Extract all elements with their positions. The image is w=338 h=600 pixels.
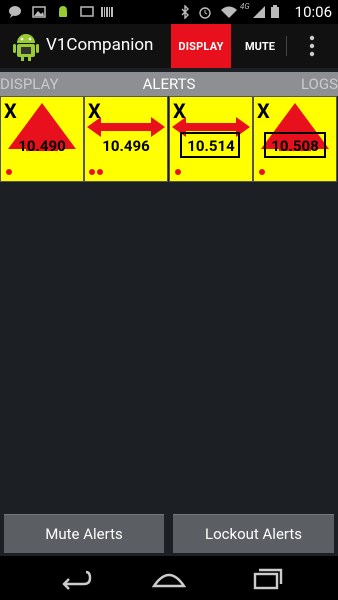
android-icon <box>59 6 67 17</box>
band-label: X <box>4 99 17 123</box>
band-label: X <box>88 99 101 123</box>
tab-strip: DISPLAY ALERTS LOGS <box>0 72 338 96</box>
alert-card[interactable]: X 10.508 <box>253 96 337 182</box>
band-label: X <box>257 99 270 123</box>
alerts-panel: X 10.490 X 10.496 X 10.514 X 10.508 <box>0 96 338 182</box>
alarm-icon <box>199 7 211 19</box>
navigation-bar <box>0 556 338 600</box>
app-logo-icon <box>13 34 39 61</box>
signal-icon <box>253 6 265 18</box>
alert-frequency: 10.508 <box>271 137 319 155</box>
alert-card[interactable]: X 10.496 <box>84 96 168 182</box>
home-icon[interactable] <box>150 564 188 592</box>
recent-apps-icon[interactable] <box>246 564 284 592</box>
signal-dot <box>175 169 181 175</box>
status-bar: 4G 10:06 <box>0 0 338 24</box>
barcode-icon <box>101 7 113 17</box>
alert-card[interactable]: X 10.514 <box>169 96 253 182</box>
image-icon <box>32 6 46 18</box>
wifi-icon <box>221 6 237 18</box>
app-title: V1Companion <box>46 35 154 55</box>
signal-dot <box>259 169 265 175</box>
lockout-alerts-button[interactable]: Lockout Alerts <box>173 514 334 553</box>
cast-icon <box>80 6 94 17</box>
display-button[interactable]: DISPLAY <box>171 24 231 68</box>
alert-frequency: 10.496 <box>102 137 150 155</box>
tab-logs[interactable]: LOGS <box>301 75 338 93</box>
chat-bubble-icon <box>9 6 21 18</box>
signal-dot <box>89 169 95 175</box>
bluetooth-icon <box>181 5 189 19</box>
mute-button[interactable]: MUTE <box>236 24 284 68</box>
signal-dot <box>6 169 12 175</box>
network-type-label: 4G <box>240 2 250 11</box>
mute-alerts-button[interactable]: Mute Alerts <box>4 514 164 553</box>
band-label: X <box>173 99 186 123</box>
alert-frequency: 10.514 <box>187 137 235 155</box>
action-bar: V1Companion DISPLAY MUTE <box>0 24 338 68</box>
signal-dot <box>97 169 103 175</box>
tab-alerts[interactable]: ALERTS <box>0 75 338 93</box>
alert-frequency: 10.490 <box>18 137 66 155</box>
clock: 10:06 <box>294 3 332 21</box>
overflow-menu-icon[interactable] <box>302 34 322 58</box>
battery-icon <box>271 5 279 18</box>
action-divider <box>286 36 287 56</box>
back-icon[interactable] <box>56 564 94 592</box>
alert-card[interactable]: X 10.490 <box>0 96 84 182</box>
